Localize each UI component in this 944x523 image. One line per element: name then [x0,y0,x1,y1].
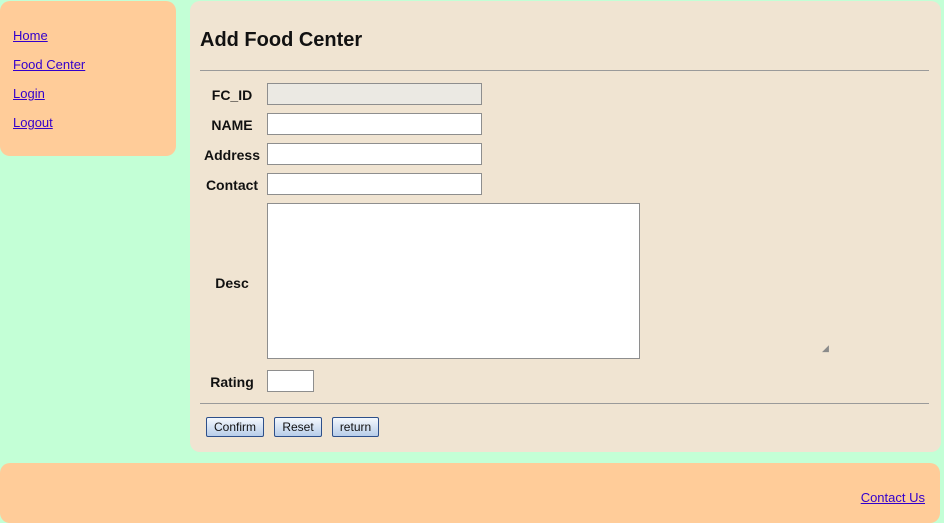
bottom-divider [200,403,929,404]
nav-link-home[interactable]: Home [13,28,48,43]
confirm-button[interactable]: Confirm [206,417,264,437]
nav-item-logout: Logout [13,115,53,131]
rating-label: Rating [210,374,254,390]
nav-item-home: Home [13,28,48,44]
return-button[interactable]: return [332,417,379,437]
footer: Contact Us [0,463,940,523]
page-title: Add Food Center [200,29,363,51]
nav-item-food-center: Food Center [13,57,85,73]
desc-textarea[interactable] [267,203,640,359]
top-divider [200,70,929,71]
rating-input[interactable] [267,370,314,392]
reset-button[interactable]: Reset [274,417,322,437]
address-input[interactable] [267,143,482,165]
contact-input[interactable] [267,173,482,195]
fc-id-label: FC_ID [211,87,253,103]
desc-label: Desc [215,275,249,291]
contact-label: Contact [205,177,259,193]
main-panel: Add Food Center FC_ID NAME Address Conta… [190,1,941,452]
name-label: NAME [211,117,253,133]
nav-item-login: Login [13,86,45,102]
nav-link-logout[interactable]: Logout [13,115,53,130]
resize-grip-icon[interactable]: ◢ [822,344,830,353]
address-label: Address [203,147,261,163]
fc-id-input [267,83,482,105]
name-input[interactable] [267,113,482,135]
nav-link-food-center[interactable]: Food Center [13,57,85,72]
sidebar-nav: Home Food Center Login Logout [0,1,176,156]
contact-us-link[interactable]: Contact Us [861,490,925,505]
nav-link-login[interactable]: Login [13,86,45,101]
